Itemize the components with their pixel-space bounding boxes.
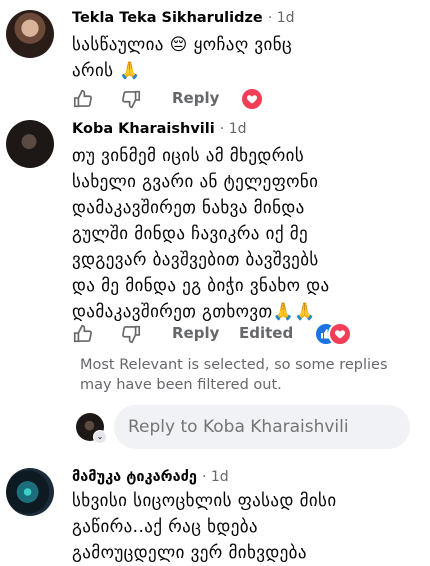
comment-time[interactable]: 1d xyxy=(277,10,295,26)
comment-line: სასწაულია 😔 ყოჩაღ ვინც xyxy=(72,35,293,55)
comment-line: გამოუცდელი ვერ მიხვდება xyxy=(72,543,307,563)
comment-line: და მე მინდა ეგ ბიჭი ვნახო და xyxy=(72,276,330,296)
author-name[interactable]: Tekla Teka Sikharulidze xyxy=(72,10,263,26)
dislike-icon[interactable] xyxy=(120,323,144,347)
comment-line: არის 🙏 xyxy=(72,61,141,81)
comment-text: თუ ვინმემ იცის ამ მხედრის სახელი გვარი ა… xyxy=(72,143,412,325)
love-reaction-icon[interactable] xyxy=(240,87,264,111)
author-name[interactable]: Koba Kharaishvili xyxy=(72,121,215,137)
love-reaction-icon[interactable] xyxy=(328,322,352,346)
reply-composer: ⌄ xyxy=(70,405,430,449)
comment-author[interactable]: Koba Kharaishvili · 1d xyxy=(72,121,247,137)
comment-line: სახელი გვარი ან ტელეფონი xyxy=(72,172,319,192)
edited-label: Edited xyxy=(239,324,294,342)
comment-author[interactable]: მამუკა ტიკარაძე · 1d xyxy=(72,469,229,485)
like-icon[interactable] xyxy=(72,323,96,347)
filter-notice: Most Relevant is selected, so some repli… xyxy=(80,357,388,393)
comment-author[interactable]: Tekla Teka Sikharulidze · 1d xyxy=(72,10,295,26)
avatar[interactable]: ⌄ xyxy=(76,413,107,444)
chevron-down-icon[interactable]: ⌄ xyxy=(93,430,107,444)
comment-time[interactable]: 1d xyxy=(229,121,247,137)
comment-actions: Reply Edited xyxy=(72,322,372,347)
comment-line: ვდგევარ ბავშვებით ბავშვებს xyxy=(72,250,319,270)
author-name[interactable]: მამუკა ტიკარაძე xyxy=(72,469,197,485)
comment-line: დამაკავშირეთ ნახვა მინდა xyxy=(72,198,305,218)
avatar[interactable] xyxy=(6,10,54,58)
comment-line: გაწირა..აქ რაც ხდება xyxy=(72,517,258,537)
comment-text: სხვისი სიცოცხლის ფასად მისი გაწირა..აქ რ… xyxy=(72,488,412,566)
like-icon[interactable] xyxy=(72,88,96,112)
comment-actions: Reply xyxy=(72,87,372,112)
reply-button[interactable]: Reply xyxy=(172,89,219,107)
avatar[interactable] xyxy=(6,468,54,516)
comment-line: თუ ვინმემ იცის ამ მხედრის xyxy=(72,146,305,166)
comment-line: დამაკავშირეთ გთხოვთ🙏🙏 xyxy=(72,302,316,322)
comment-text: სასწაულია 😔 ყოჩაღ ვინც არის 🙏 xyxy=(72,32,412,84)
dislike-icon[interactable] xyxy=(120,88,144,112)
avatar[interactable] xyxy=(6,120,54,168)
reply-input[interactable] xyxy=(114,405,410,449)
comment-time[interactable]: 1d xyxy=(211,469,229,485)
comment-line: სხვისი სიცოცხლის ფასად მისი xyxy=(72,491,337,511)
comment-line: გულში მინდა ჩავიკრა იქ მე xyxy=(72,224,309,244)
reply-button[interactable]: Reply xyxy=(172,324,219,342)
